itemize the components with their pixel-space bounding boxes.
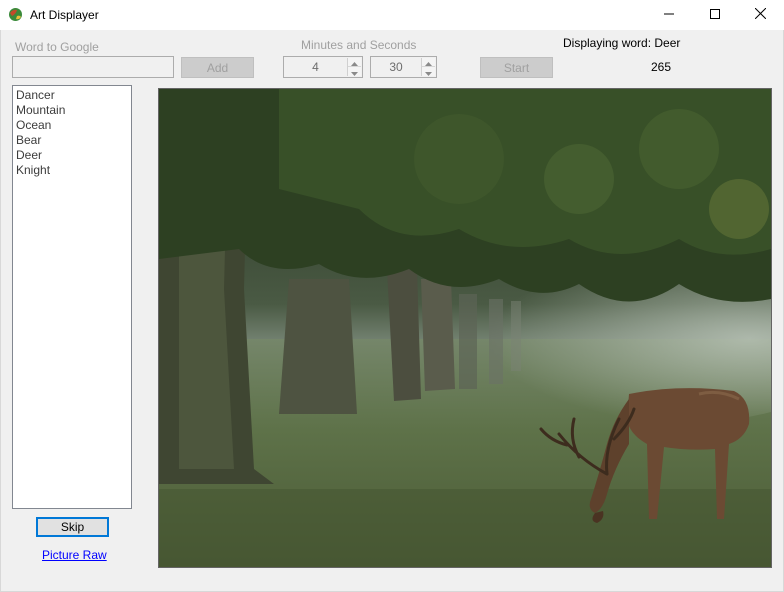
countdown-counter: 265 — [651, 60, 672, 74]
start-button[interactable]: Start — [480, 57, 553, 78]
word-input[interactable] — [12, 56, 174, 78]
picture-raw-link[interactable]: Picture Raw — [42, 548, 107, 562]
title-bar: Art Displayer — [0, 0, 784, 30]
seconds-stepper[interactable]: 30 — [370, 56, 437, 78]
word-to-google-label: Word to Google — [15, 40, 99, 54]
minutes-seconds-label: Minutes and Seconds — [301, 38, 417, 52]
list-item[interactable]: Dancer — [16, 88, 128, 103]
maximize-button[interactable] — [692, 0, 737, 30]
close-icon — [754, 7, 767, 22]
minutes-stepper[interactable]: 4 — [283, 56, 363, 78]
deer-under-trees-image — [159, 89, 771, 567]
arrow-down-icon — [425, 65, 432, 79]
minutes-arrows — [347, 58, 361, 76]
window-title: Art Displayer — [30, 8, 99, 22]
seconds-value[interactable]: 30 — [371, 57, 421, 77]
app-icon — [8, 7, 23, 22]
seconds-arrows — [421, 58, 435, 76]
minimize-button[interactable] — [646, 0, 691, 30]
list-item[interactable]: Knight — [16, 163, 128, 178]
list-item[interactable]: Ocean — [16, 118, 128, 133]
close-button[interactable] — [738, 0, 783, 30]
list-item[interactable]: Mountain — [16, 103, 128, 118]
list-item[interactable]: Deer — [16, 148, 128, 163]
seconds-down-button[interactable] — [422, 67, 435, 76]
list-item[interactable]: Bear — [16, 133, 128, 148]
add-button[interactable]: Add — [181, 57, 254, 78]
minimize-icon — [663, 8, 674, 22]
word-listbox[interactable]: Dancer Mountain Ocean Bear Deer Knight — [12, 85, 132, 509]
displayed-picture — [158, 88, 772, 568]
arrow-down-icon — [351, 65, 358, 79]
displaying-word-label: Displaying word: Deer — [563, 36, 681, 50]
client-area: Word to Google Add Minutes and Seconds 4… — [0, 30, 784, 592]
skip-button[interactable]: Skip — [36, 517, 109, 537]
maximize-icon — [709, 8, 720, 22]
minutes-down-button[interactable] — [348, 67, 361, 76]
minutes-value[interactable]: 4 — [284, 57, 347, 77]
